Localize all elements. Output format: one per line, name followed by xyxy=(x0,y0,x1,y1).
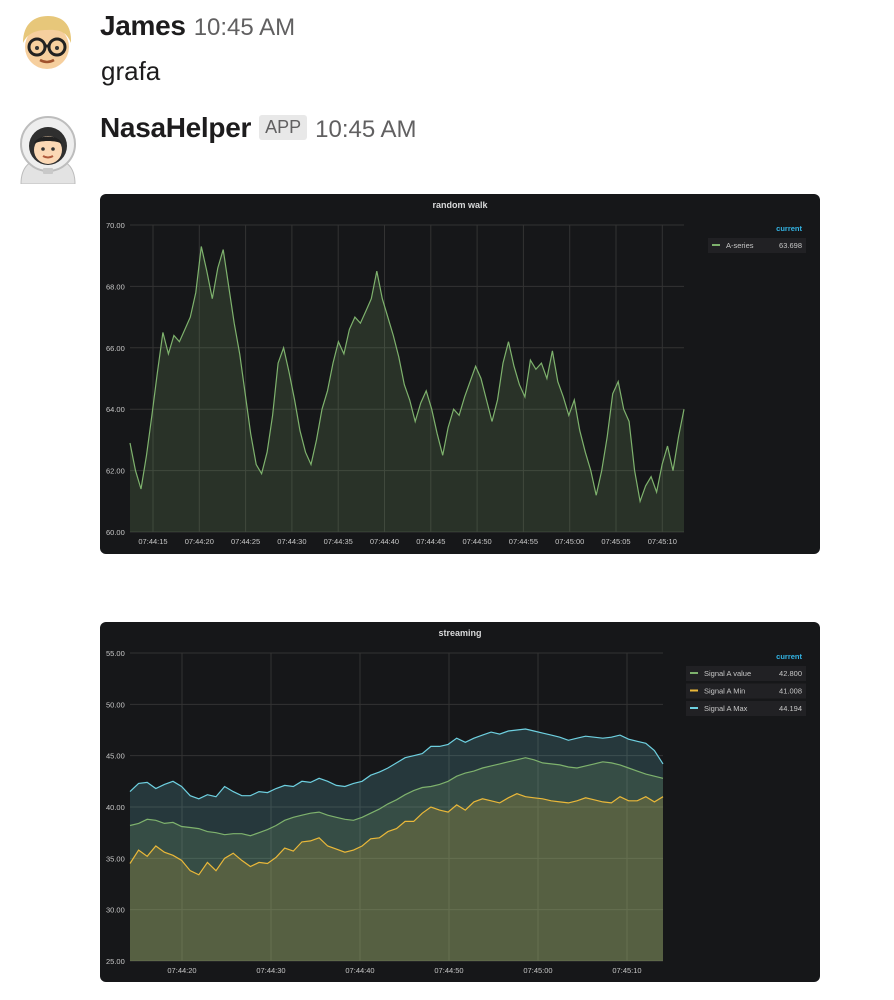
legend-series-name: A-series xyxy=(726,241,754,250)
chart-title: random walk xyxy=(432,200,488,210)
y-tick-label: 35.00 xyxy=(106,854,125,863)
legend-series-name: Signal A Min xyxy=(704,687,745,696)
y-tick-label: 66.00 xyxy=(106,344,125,353)
user-avatar-james[interactable] xyxy=(15,13,79,77)
x-tick-label: 07:44:50 xyxy=(434,966,463,975)
chart-title: streaming xyxy=(438,628,481,638)
y-tick-label: 30.00 xyxy=(106,906,125,915)
y-tick-label: 40.00 xyxy=(106,803,125,812)
y-tick-label: 25.00 xyxy=(106,957,125,966)
author-name[interactable]: NasaHelper xyxy=(100,112,251,144)
app-badge: APP xyxy=(259,115,308,140)
y-tick-label: 70.00 xyxy=(106,221,125,230)
message-text: grafa xyxy=(101,56,161,86)
chart-panel-random-walk[interactable]: random walk 60.00 62.00 64.00 66.00 68.00 70.0… xyxy=(100,194,820,554)
message-header-james: James 10:45 AM xyxy=(100,10,295,42)
x-tick-label: 07:44:25 xyxy=(231,537,260,546)
y-tick-label: 55.00 xyxy=(106,649,125,658)
x-tick-label: 07:44:30 xyxy=(256,966,285,975)
y-tick-label: 60.00 xyxy=(106,528,125,537)
bot-avatar-astronaut[interactable] xyxy=(15,114,81,184)
legend-header: current xyxy=(776,224,802,233)
timestamp[interactable]: 10:45 AM xyxy=(194,14,295,42)
x-tick-label: 07:45:05 xyxy=(601,537,630,546)
random-walk-chart: random walk 60.00 62.00 64.00 66.00 68.00 70.0… xyxy=(106,200,806,546)
x-tick-label: 07:44:40 xyxy=(370,537,399,546)
legend-series-name: Signal A Max xyxy=(704,704,748,713)
message-header-nasahelper: NasaHelper APP 10:45 AM xyxy=(100,112,417,144)
chart-panel-streaming[interactable]: streaming 25.00 30.00 35.00 40.00 45.00 50.00 5… xyxy=(100,622,820,982)
x-tick-label: 07:45:10 xyxy=(612,966,641,975)
x-tick-label: 07:44:20 xyxy=(167,966,196,975)
series-area-a-series xyxy=(130,246,684,532)
y-tick-label: 68.00 xyxy=(106,282,125,291)
legend-current-value: 63.698 xyxy=(779,241,802,250)
x-tick-label: 07:44:20 xyxy=(185,537,214,546)
x-tick-label: 07:44:30 xyxy=(277,537,306,546)
x-tick-label: 07:45:00 xyxy=(523,966,552,975)
x-tick-label: 07:44:55 xyxy=(509,537,538,546)
x-tick-label: 07:44:40 xyxy=(345,966,374,975)
y-tick-label: 62.00 xyxy=(106,467,125,476)
x-tick-label: 07:44:50 xyxy=(462,537,491,546)
legend-current-value: 44.194 xyxy=(779,704,802,713)
legend-header: current xyxy=(776,652,802,661)
x-tick-label: 07:45:00 xyxy=(555,537,584,546)
legend-current-value: 41.008 xyxy=(779,687,802,696)
x-tick-label: 07:44:35 xyxy=(324,537,353,546)
y-tick-label: 45.00 xyxy=(106,752,125,761)
x-tick-label: 07:45:10 xyxy=(648,537,677,546)
timestamp[interactable]: 10:45 AM xyxy=(315,116,416,144)
legend-series-name: Signal A value xyxy=(704,669,751,678)
x-tick-label: 07:44:15 xyxy=(138,537,167,546)
y-tick-label: 64.00 xyxy=(106,405,125,414)
author-name[interactable]: James xyxy=(100,10,186,42)
legend-current-value: 42.800 xyxy=(779,669,802,678)
y-tick-label: 50.00 xyxy=(106,700,125,709)
x-tick-label: 07:44:45 xyxy=(416,537,445,546)
streaming-chart: streaming 25.00 30.00 35.00 40.00 45.00 50.00 5… xyxy=(106,628,806,975)
